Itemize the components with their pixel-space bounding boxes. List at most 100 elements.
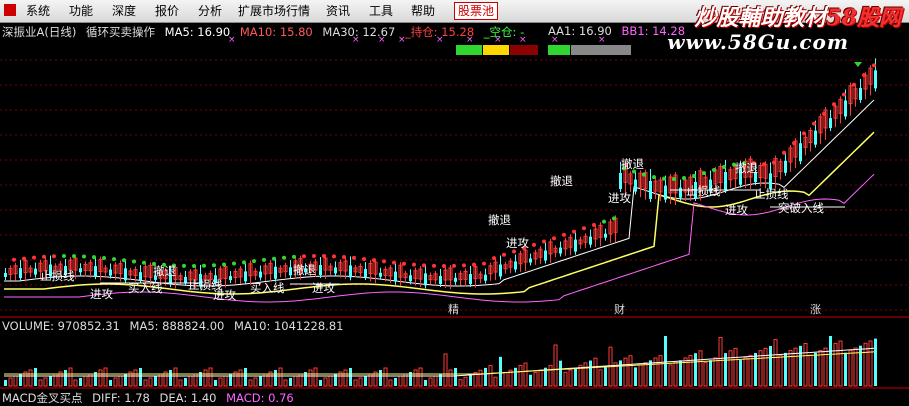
volume-bar bbox=[244, 368, 247, 386]
marker-zhang: 涨 bbox=[810, 303, 821, 316]
macd-diff: DIFF: 1.78 bbox=[92, 391, 150, 405]
support-dot bbox=[762, 162, 766, 167]
volume-bar bbox=[214, 380, 217, 386]
volume-bar bbox=[188, 375, 193, 387]
candle-body bbox=[859, 87, 862, 100]
support-dot bbox=[872, 63, 876, 68]
volume-bar bbox=[413, 369, 418, 387]
volume-bar bbox=[103, 367, 108, 387]
signal-attack-5: 进攻 bbox=[608, 191, 631, 205]
volume-bar bbox=[499, 356, 502, 386]
macd-info-row: MACD金叉买点 DIFF: 1.78 DEA: 1.40 MACD: 0.76 bbox=[2, 390, 300, 406]
candle-body bbox=[619, 172, 622, 189]
support-dot bbox=[482, 261, 486, 266]
signal-buy-1: 买入线 bbox=[128, 281, 163, 295]
volume-bar bbox=[68, 367, 73, 387]
volume-bar bbox=[253, 377, 258, 387]
candle-body bbox=[559, 247, 562, 254]
volume-bar bbox=[754, 353, 757, 386]
candle-body bbox=[604, 233, 607, 238]
candle-body bbox=[724, 171, 727, 190]
support-dot bbox=[642, 172, 646, 177]
support-dot bbox=[362, 256, 366, 261]
candle-body bbox=[244, 271, 247, 282]
support-dot bbox=[402, 261, 406, 266]
support-dot bbox=[862, 73, 866, 78]
volume-bar bbox=[763, 347, 768, 387]
volume-bar bbox=[523, 362, 528, 387]
volume-bar bbox=[379, 370, 382, 386]
volume-bar bbox=[488, 365, 493, 387]
support-dot bbox=[472, 262, 476, 267]
volume-bar bbox=[34, 368, 37, 386]
kline-chart[interactable]: × × × × × × × × × × 精 财 涨 bbox=[0, 0, 909, 405]
support-dot bbox=[812, 121, 816, 126]
support-dot bbox=[382, 259, 386, 264]
candle-body bbox=[589, 236, 592, 245]
x-marker: × bbox=[519, 35, 527, 45]
x-marker: × bbox=[598, 35, 606, 45]
volume-bar bbox=[148, 377, 153, 387]
support-dot bbox=[22, 256, 26, 261]
signal-break: 突破入线 bbox=[778, 201, 824, 215]
volume-bar bbox=[184, 378, 187, 386]
support-dot bbox=[282, 255, 286, 260]
marker-jing: 精 bbox=[448, 303, 459, 316]
volume-bar bbox=[533, 371, 538, 387]
volume-bar bbox=[43, 377, 48, 387]
support-dot bbox=[252, 259, 256, 264]
candle-body bbox=[634, 179, 637, 192]
status-bar-green bbox=[456, 45, 482, 55]
volume-bar bbox=[718, 336, 723, 387]
support-dot bbox=[102, 256, 106, 261]
candle-body bbox=[379, 272, 382, 277]
support-dot bbox=[442, 263, 446, 268]
volume-bar bbox=[703, 362, 708, 387]
volume-bar bbox=[833, 342, 838, 387]
support-dot bbox=[222, 262, 226, 267]
candle-body bbox=[394, 271, 397, 282]
marker-cai: 财 bbox=[614, 302, 625, 316]
candle-body bbox=[259, 271, 262, 278]
position-status-bars bbox=[456, 45, 631, 55]
signal-buy-2: 买入线 bbox=[250, 281, 285, 295]
volume-bar bbox=[553, 344, 558, 387]
volume-bar bbox=[248, 379, 253, 387]
candle-body bbox=[274, 266, 277, 279]
candle-body bbox=[184, 276, 187, 283]
volume-bar bbox=[38, 379, 43, 387]
volume-bar bbox=[454, 368, 457, 386]
volume-bar bbox=[319, 380, 322, 386]
volume-bar bbox=[313, 367, 318, 387]
volume-bar bbox=[383, 367, 388, 387]
support-dot bbox=[582, 226, 586, 231]
ma5-line bbox=[4, 99, 875, 287]
volume-bar bbox=[154, 376, 157, 386]
volume-bar bbox=[743, 357, 748, 387]
candle-body bbox=[874, 70, 877, 89]
candle-body bbox=[364, 268, 367, 277]
support-dot bbox=[612, 216, 616, 221]
support-dot bbox=[182, 263, 186, 268]
volume-bar bbox=[593, 357, 598, 387]
candle-body bbox=[844, 100, 847, 117]
volume-bar bbox=[358, 377, 363, 387]
volume-bar bbox=[478, 369, 483, 387]
volume-bar bbox=[799, 345, 802, 386]
volume-bar bbox=[283, 379, 288, 387]
volume-bar bbox=[829, 336, 832, 386]
support-dot bbox=[32, 255, 36, 260]
candle-body bbox=[829, 118, 832, 129]
volume-bar bbox=[619, 360, 622, 386]
volume-bar bbox=[293, 375, 298, 387]
volume-bar bbox=[238, 369, 243, 387]
volume-bar bbox=[739, 360, 742, 386]
support-dot bbox=[492, 256, 496, 261]
signal-retreat-5: 撤退 bbox=[621, 157, 644, 171]
candle-body bbox=[454, 277, 457, 282]
candle-body bbox=[484, 274, 487, 281]
support-dot bbox=[412, 262, 416, 267]
support-dot bbox=[332, 254, 336, 259]
volume-ma10: MA10: 1041228.81 bbox=[234, 319, 344, 333]
volume-bar bbox=[79, 378, 82, 386]
